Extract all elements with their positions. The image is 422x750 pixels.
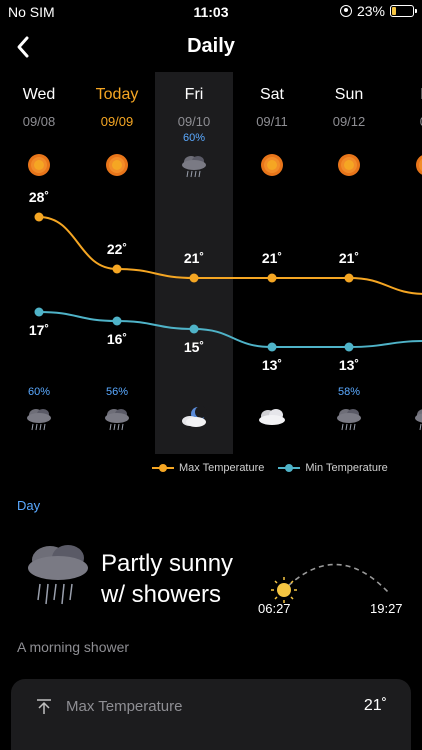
cloud-icon	[259, 409, 285, 425]
day-column[interactable]: M 09	[388, 86, 422, 129]
legend-max-label: Max Temperature	[179, 462, 265, 474]
rain-cloud-icon	[28, 545, 88, 605]
sun-icon	[106, 154, 128, 176]
max-temperature-line	[38, 216, 422, 295]
min-temperature-line-point	[112, 316, 122, 326]
max-temperature-value: 21˚	[363, 697, 387, 714]
night-precip-chance: 5	[388, 386, 422, 398]
min-temperature-line-point	[267, 342, 277, 352]
rain-cloud-icon	[182, 156, 206, 178]
day-column[interactable]: Sun 09/12	[310, 86, 388, 129]
weather-description: A morning shower	[17, 639, 130, 655]
legend-min-label: Min Temperature	[305, 462, 388, 474]
day-icon-wrap	[388, 153, 422, 177]
day-name: Sat	[259, 86, 284, 103]
sun-icon	[271, 577, 297, 603]
temperature-chart	[34, 212, 422, 352]
max-temperature-label: Max Temperature	[66, 698, 183, 715]
page-title: Daily	[187, 35, 235, 57]
battery-percent: 23%	[356, 3, 385, 19]
section-label-day: Day	[17, 498, 41, 513]
day-column[interactable]: Today 09/09	[78, 86, 156, 129]
day-name: Fri	[184, 86, 204, 103]
status-bar: No SIM 11:03 23%	[0, 0, 422, 24]
day-date: 09/11	[256, 114, 288, 129]
legend-item-min: Min Temperature	[278, 462, 388, 474]
max-temperature-line-point	[34, 212, 44, 222]
night-icon-wrap	[78, 406, 156, 432]
status-right: 23%	[339, 3, 417, 19]
rain-cloud-icon	[415, 409, 422, 431]
sunrise-time: 06:27	[258, 601, 291, 616]
min-temperature-line-point	[344, 342, 354, 352]
sun-icon	[28, 154, 50, 176]
sun-icon	[416, 155, 422, 175]
day-date: 09/09	[100, 114, 134, 129]
max-temperature-line-point	[267, 273, 277, 283]
day-name: M	[388, 86, 422, 108]
day-date: 09	[388, 114, 422, 129]
night-precip-chance: 58%	[337, 386, 361, 398]
detail-card: Max Temperature 21˚	[11, 679, 411, 750]
arrow-up-to-line-icon	[37, 699, 51, 714]
min-temperature-marker-icon	[278, 463, 301, 473]
sunset-time: 19:27	[370, 601, 403, 616]
chart-legend: Max Temperature Min Temperature	[152, 462, 388, 474]
nav-bar: Daily	[0, 28, 422, 68]
max-temperature-line-point	[189, 273, 199, 283]
day-column[interactable]: Sat 09/11	[233, 86, 311, 129]
day-name: Wed	[22, 86, 56, 103]
moon-cloud-icon	[182, 406, 207, 427]
max-temperature-row: Max Temperature 21˚	[11, 695, 411, 719]
day-icon-wrap	[155, 153, 233, 179]
max-temperature-line-point	[344, 273, 354, 283]
min-temperature-line-point	[34, 307, 44, 317]
night-icon-wrap	[310, 406, 388, 432]
max-temperature-marker-icon	[152, 463, 174, 473]
day-column[interactable]: Wed 09/08	[0, 86, 78, 129]
night-icon-wrap	[155, 406, 233, 430]
rain-cloud-icon	[337, 409, 361, 431]
max-temperature-line-point	[112, 264, 122, 274]
battery-icon	[390, 5, 417, 17]
day-date: 09/08	[22, 114, 56, 129]
day-icon-wrap	[78, 153, 156, 177]
day-date: 09/10	[177, 114, 211, 129]
day-name: Sun	[334, 86, 364, 103]
condition-text: Partly sunny w/ showers	[101, 550, 234, 608]
sun-icon	[338, 154, 360, 176]
night-icon-wrap	[388, 406, 422, 432]
rotation-lock-icon	[339, 5, 352, 17]
sun-icon	[261, 154, 283, 176]
day-column[interactable]: Fri 09/10	[155, 86, 233, 129]
night-icon-wrap	[0, 406, 78, 432]
night-icon-wrap	[233, 406, 311, 428]
day-precip-chance: 60%	[182, 132, 206, 144]
day-icon-wrap	[310, 153, 388, 177]
min-temperature-line-point	[189, 324, 199, 334]
day-date: 09/12	[332, 114, 366, 129]
rain-cloud-icon	[27, 409, 51, 431]
day-name: Today	[95, 86, 139, 103]
legend-item-max: Max Temperature	[152, 462, 264, 474]
night-precip-chance: 56%	[105, 386, 129, 398]
day-icon-wrap	[233, 153, 311, 177]
night-precip-chance: 60%	[27, 386, 51, 398]
rain-cloud-icon	[105, 409, 129, 431]
min-temperature-line	[38, 311, 422, 348]
day-icon-wrap	[0, 153, 78, 177]
